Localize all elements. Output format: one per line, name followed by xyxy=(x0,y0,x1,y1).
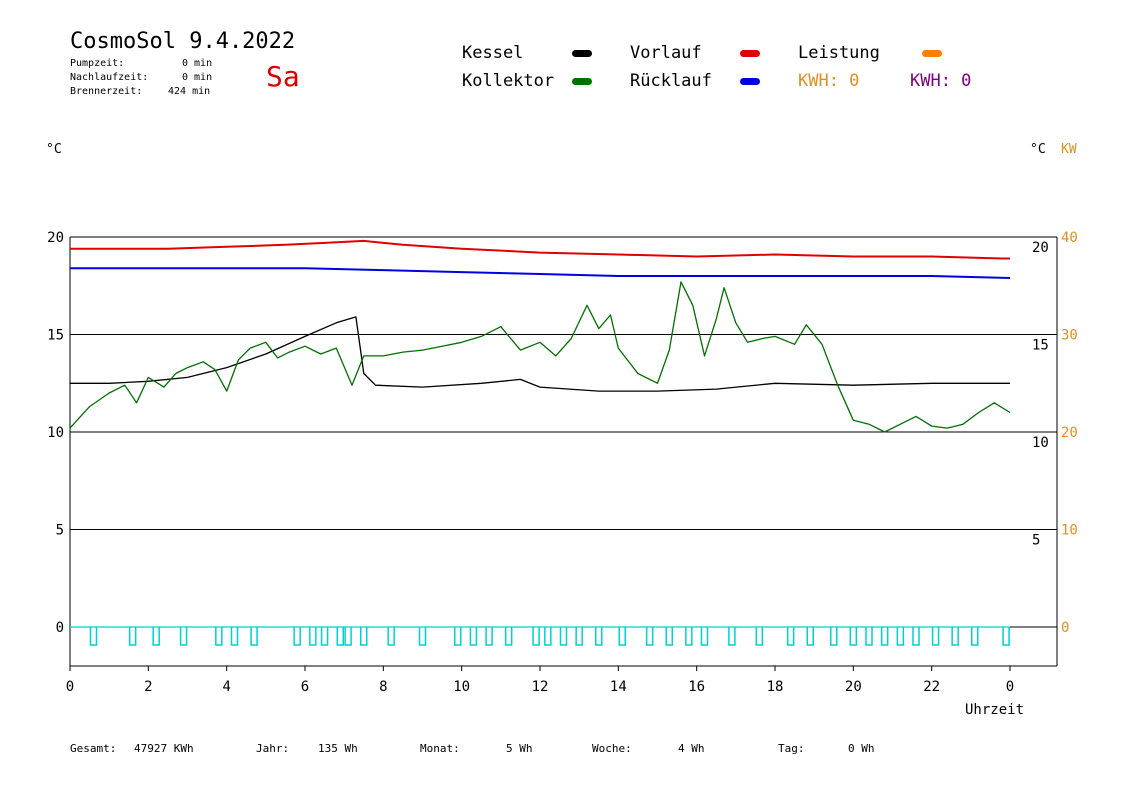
x-tick-label-0: 0 xyxy=(66,679,74,695)
x-axis-label: Uhrzeit xyxy=(965,702,1024,718)
pump-pulse-24 xyxy=(618,627,626,646)
pump-pulse-39 xyxy=(931,627,940,646)
pump-pulse-2 xyxy=(152,627,160,646)
x-tick-label-6: 12 xyxy=(532,679,549,695)
pump-pulse-14 xyxy=(418,627,427,646)
footer-monat-label: Monat: xyxy=(420,742,460,755)
y-right2-tick-0: 0 xyxy=(1061,620,1069,636)
series-kessel xyxy=(70,316,1010,392)
x-tick-label-9: 18 xyxy=(767,679,784,695)
pump-pulse-17 xyxy=(485,627,493,646)
pump-pulse-36 xyxy=(880,627,889,646)
x-tick-label-11: 22 xyxy=(923,679,940,695)
y-right-tick-10: 10 xyxy=(1032,435,1049,451)
series-ruecklauf xyxy=(70,267,1011,279)
x-tick-label-12: 0 xyxy=(1006,679,1014,695)
pump-pulse-12 xyxy=(360,627,368,646)
pump-pulse-5 xyxy=(230,627,239,646)
pump-pulse-19 xyxy=(532,627,540,646)
pump-pulse-38 xyxy=(912,627,920,646)
footer-jahr-value: 135 Wh xyxy=(318,742,358,755)
y-right2-tick-20: 20 xyxy=(1061,425,1078,441)
y-left-tick-20: 20 xyxy=(47,230,64,246)
pump-pulse-37 xyxy=(896,627,905,646)
series-kollektor xyxy=(69,281,1011,433)
y-right2-unit-label: KW xyxy=(1061,142,1077,157)
pump-pulse-35 xyxy=(865,627,873,646)
pump-pulse-31 xyxy=(786,627,795,646)
pump-pulse-21 xyxy=(559,627,568,646)
y-left-tick-15: 15 xyxy=(47,328,64,344)
y-left-tick-5: 5 xyxy=(56,523,64,539)
pump-pulse-15 xyxy=(454,627,462,646)
pump-pulse-25 xyxy=(645,627,654,646)
pump-pulse-30 xyxy=(755,627,764,646)
pump-pulse-42 xyxy=(1002,627,1010,646)
y-right-unit-label: °C xyxy=(1030,142,1046,157)
footer-tag-label: Tag: xyxy=(778,742,805,755)
x-tick-label-2: 4 xyxy=(222,679,230,695)
x-tick-label-5: 10 xyxy=(453,679,470,695)
footer-gesamt-label: Gesamt: xyxy=(70,742,117,755)
pump-pulse-23 xyxy=(595,627,603,646)
pump-pulse-32 xyxy=(806,627,814,646)
pump-pulse-27 xyxy=(685,627,693,646)
pump-pulse-10 xyxy=(336,627,344,646)
pump-pulse-20 xyxy=(544,627,552,646)
y-right2-tick-30: 30 xyxy=(1061,328,1078,344)
pump-pulse-6 xyxy=(250,627,258,646)
temperature-chart: °C °C KW 0 2 4 6 8 10 12 14 16 18 20 22 0 0 5 10 15 20 5 10… xyxy=(46,142,1078,718)
pump-pulse-4 xyxy=(215,627,223,646)
pump-pulse-34 xyxy=(849,627,858,646)
y-left-tick-0: 0 xyxy=(56,620,64,636)
footer-woche-value: 4 Wh xyxy=(678,742,705,755)
pump-pulse-28 xyxy=(700,627,709,646)
pump-pulse-29 xyxy=(728,627,736,646)
footer-monat-value: 5 Wh xyxy=(506,742,533,755)
x-tick-label-3: 6 xyxy=(301,679,309,695)
pump-pulse-16 xyxy=(469,627,478,646)
series-vorlauf xyxy=(70,239,1010,260)
y-right-tick-20: 20 xyxy=(1032,240,1049,256)
y-right-tick-5: 5 xyxy=(1032,532,1040,548)
x-tick-label-10: 20 xyxy=(845,679,862,695)
y-right-tick-15: 15 xyxy=(1032,337,1049,353)
pump-pulse-7 xyxy=(293,627,301,646)
pump-pulse-22 xyxy=(575,627,583,646)
pump-pulse-11 xyxy=(344,627,352,646)
pump-pulse-8 xyxy=(309,627,317,646)
pump-pulse-1 xyxy=(128,627,137,646)
footer-gesamt-value: 47927 KWh xyxy=(134,742,194,755)
x-tick-label-4: 8 xyxy=(379,679,387,695)
pump-pulse-33 xyxy=(830,627,838,646)
x-tick-label-8: 16 xyxy=(688,679,705,695)
y-left-tick-10: 10 xyxy=(47,425,64,441)
pump-pulse-18 xyxy=(504,627,513,646)
y-left-unit-label: °C xyxy=(46,142,62,157)
x-tick-label-1: 2 xyxy=(144,679,152,695)
pump-pulse-3 xyxy=(179,627,188,646)
x-tick-label-7: 14 xyxy=(610,679,627,695)
pump-pulse-9 xyxy=(320,627,329,646)
pump-pulse-41 xyxy=(971,627,979,646)
y-right2-tick-40: 40 xyxy=(1061,230,1078,246)
pump-pulse-26 xyxy=(665,627,673,646)
footer-woche-label: Woche: xyxy=(592,742,632,755)
footer-tag-value: 0 Wh xyxy=(848,742,875,755)
pump-pulse-40 xyxy=(951,627,959,646)
pump-pulse-13 xyxy=(387,627,395,646)
pump-pulse-0 xyxy=(89,627,98,646)
footer-jahr-label: Jahr: xyxy=(256,742,290,755)
y-right2-tick-10: 10 xyxy=(1061,523,1078,539)
